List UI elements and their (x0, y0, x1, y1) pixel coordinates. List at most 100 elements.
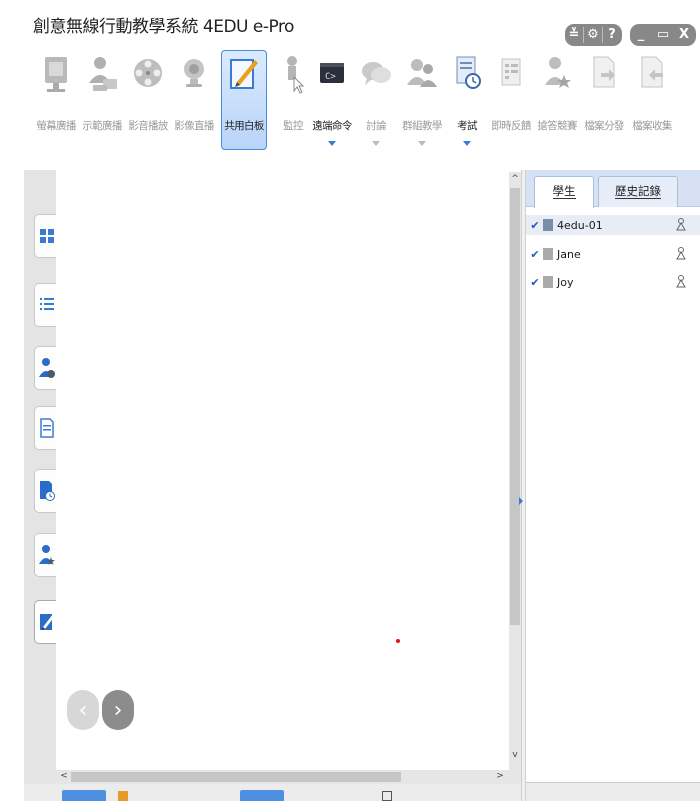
rail-tab-list-view[interactable] (34, 283, 58, 327)
student-checkbox[interactable]: ✔ (529, 276, 541, 289)
list-view-icon (39, 298, 54, 310)
demo-broadcast-icon (83, 49, 121, 101)
window-controls-group: _ ▭ X (630, 24, 696, 46)
title-bar: 創意無線行動教學系統 4EDU e-Pro ≚ ⚙ ? _ ▭ X (0, 0, 700, 46)
user-placeholder-icon (543, 276, 553, 288)
quiz-competition-icon (538, 49, 576, 101)
student-row[interactable]: ✔ Joy (526, 272, 700, 292)
tool-media-play[interactable]: 影音播放 (125, 45, 171, 160)
whiteboard-ink-mark (396, 639, 400, 643)
strip-color-swatch[interactable] (118, 791, 128, 801)
student-checkbox[interactable]: ✔ (529, 248, 541, 261)
rail-tab-student-add[interactable] (34, 346, 58, 390)
file-distribute-icon (585, 49, 623, 101)
document-icon (39, 418, 54, 438)
scroll-left-arrow[interactable]: < (58, 771, 70, 781)
tool-label: 共用白板 (224, 120, 264, 132)
student-panel: 學生 歷史記錄 ✔ 4edu-01 ✔ Jane ✔ Joy (526, 170, 700, 801)
discussion-icon (357, 49, 395, 101)
whiteboard-pen-icon (39, 614, 55, 630)
panel-tab-bar: 學生 歷史記錄 (526, 170, 700, 208)
scroll-up-arrow[interactable]: ^ (509, 174, 521, 184)
file-collect-icon (633, 49, 671, 101)
tool-label: 影像直播 (174, 120, 214, 132)
whiteboard-icon (225, 50, 263, 102)
whiteboard-tool-strip (24, 784, 521, 801)
rail-tab-grid-view[interactable] (34, 214, 58, 258)
screen-broadcast-icon (37, 49, 75, 101)
student-checkbox[interactable]: ✔ (529, 219, 541, 232)
rail-tab-document[interactable] (34, 406, 58, 450)
student-status-icon (676, 275, 686, 288)
dropdown-arrow-icon[interactable] (328, 141, 336, 146)
vertical-scroll-thumb[interactable] (510, 188, 520, 625)
window-tools-group: ≚ ⚙ ? (565, 24, 622, 46)
group-teaching-icon (403, 49, 441, 101)
document-clock-icon (39, 481, 55, 501)
grid-view-icon (39, 229, 54, 243)
settings-button[interactable]: ⚙ (584, 24, 602, 46)
restore-button[interactable]: ▭ (652, 24, 674, 46)
exam-icon (448, 49, 486, 101)
student-status-icon (676, 247, 686, 260)
user-placeholder-icon (543, 248, 553, 260)
student-status-icon (676, 218, 686, 231)
student-row[interactable]: ✔ Jane (526, 244, 700, 264)
tab-students[interactable]: 學生 (534, 176, 594, 208)
vertical-scrollbar[interactable]: ^ v (509, 172, 521, 770)
horizontal-scroll-thumb[interactable] (71, 772, 401, 782)
tool-shared-whiteboard[interactable]: 共用白板 (221, 50, 267, 150)
dropdown-arrow-icon[interactable] (372, 141, 380, 146)
student-name: Jane (557, 247, 581, 261)
tool-file-distribute[interactable]: 檔案分發 (581, 45, 627, 160)
feedback-icon (492, 49, 530, 101)
left-side-rail (24, 170, 58, 801)
film-reel-icon (129, 49, 167, 101)
remote-command-icon: C> (313, 49, 351, 101)
monitor-control-icon (274, 49, 312, 101)
rail-tab-user-star[interactable] (34, 533, 58, 577)
tab-history[interactable]: 歷史記錄 (598, 176, 678, 207)
tool-label: 檔案收集 (632, 120, 672, 132)
horizontal-scrollbar[interactable]: < > (56, 770, 521, 784)
webcam-icon (175, 49, 213, 101)
dropdown-arrow-icon[interactable] (418, 141, 426, 146)
user-star-icon (38, 545, 55, 565)
student-row[interactable]: ✔ 4edu-01 (526, 215, 700, 235)
svg-text:C>: C> (325, 72, 336, 82)
strip-checkbox[interactable] (382, 791, 392, 801)
scroll-right-arrow[interactable]: > (494, 771, 506, 781)
next-page-button[interactable]: › (102, 690, 134, 730)
rail-tab-document-history[interactable] (34, 469, 58, 513)
tool-label: 檔案分發 (584, 120, 624, 132)
student-add-icon (38, 358, 55, 378)
close-button[interactable]: X (674, 24, 694, 46)
main-toolbar: 螢幕廣播 示範廣播 影音播放 影像直播 共用白板 監控 C> 遠端命令 討論 群… (33, 45, 693, 160)
tab-label: 歷史記錄 (615, 184, 661, 199)
panel-footer (526, 782, 700, 801)
tool-label: 搶答競賽 (537, 120, 577, 132)
whiteboard-canvas[interactable] (56, 172, 509, 769)
student-name: Joy (557, 275, 574, 289)
tool-remote-command[interactable]: C> 遠端命令 (309, 45, 355, 160)
tool-demo-broadcast[interactable]: 示範廣播 (79, 45, 125, 160)
scroll-down-arrow[interactable]: v (509, 750, 521, 760)
tool-group-teaching[interactable]: 群組教學 (399, 45, 445, 160)
strip-tool-button[interactable] (62, 790, 106, 801)
tool-exam[interactable]: 考試 (444, 45, 490, 160)
collapse-arrow-icon[interactable] (519, 497, 523, 505)
strip-tool-button[interactable] (240, 790, 284, 801)
tool-quiz-competition[interactable]: 搶答競賽 (534, 45, 580, 160)
minimize-to-tray-button[interactable]: ≚ (565, 24, 583, 46)
tool-discussion[interactable]: 討論 (353, 45, 399, 160)
app-title: 創意無線行動教學系統 4EDU e-Pro (33, 17, 294, 37)
dropdown-arrow-icon[interactable] (463, 141, 471, 146)
tool-file-collect[interactable]: 檔案收集 (629, 45, 675, 160)
minimize-button[interactable]: _ (630, 24, 652, 46)
tool-screen-broadcast[interactable]: 螢幕廣播 (33, 45, 79, 160)
help-button[interactable]: ? (603, 24, 621, 46)
rail-tab-whiteboard[interactable] (34, 600, 58, 644)
tool-live-video[interactable]: 影像直播 (171, 45, 217, 160)
tool-instant-feedback[interactable]: 即時反饋 (488, 45, 534, 160)
previous-page-button[interactable]: ‹ (67, 690, 99, 730)
